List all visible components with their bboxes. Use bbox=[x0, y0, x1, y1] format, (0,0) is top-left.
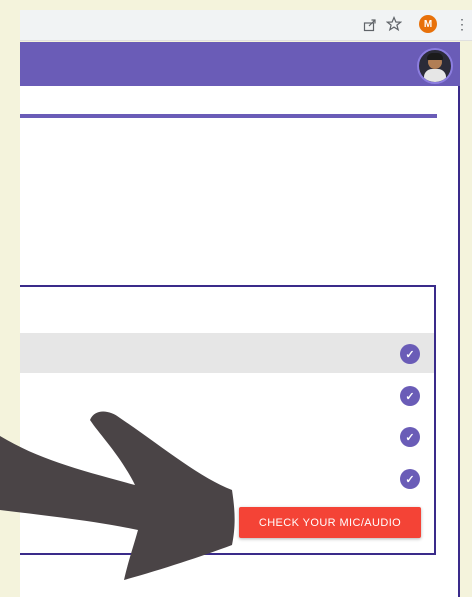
screen: M ⋮ ✓ ✓ ✓ ✓ CHECK YOUR MIC/AUDIO bbox=[0, 0, 472, 597]
pointer-arrow-icon bbox=[0, 411, 235, 580]
